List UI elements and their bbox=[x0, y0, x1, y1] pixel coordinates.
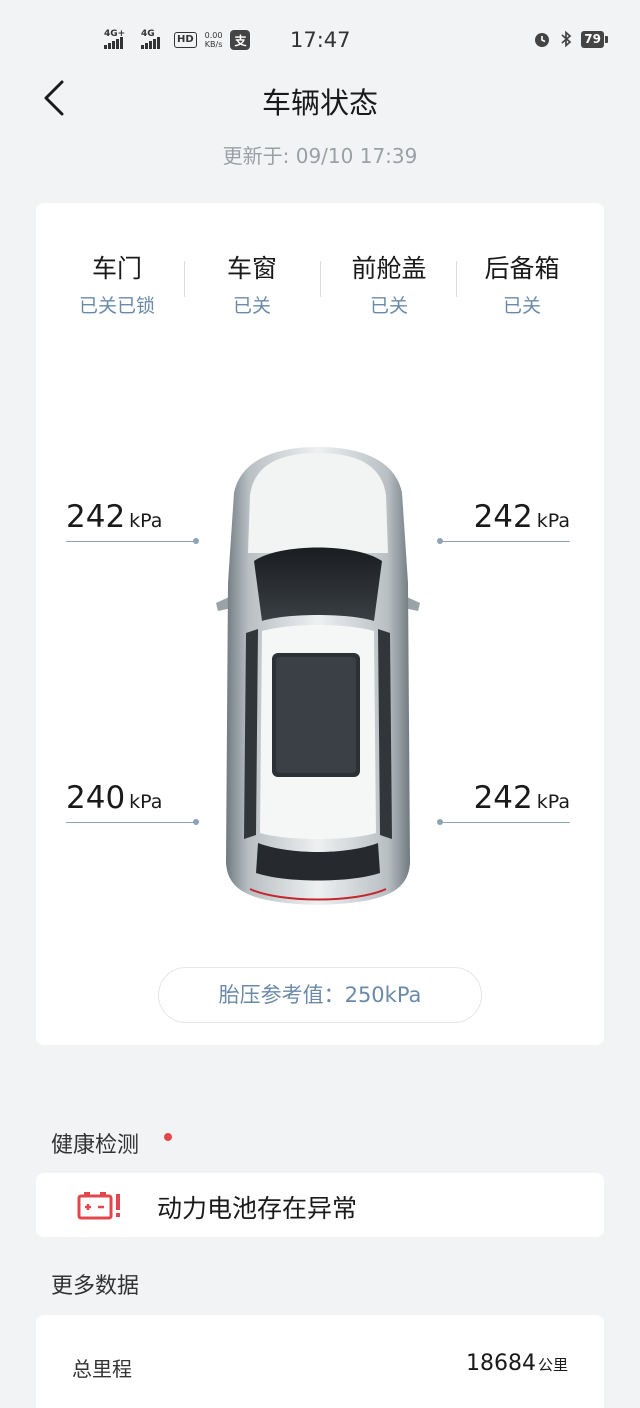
tire-pressure-unit: kPa bbox=[129, 791, 163, 813]
hd-voice-icon: HD bbox=[174, 32, 197, 48]
clock: 17:47 bbox=[290, 28, 351, 52]
health-alert-text: 动力电池存在异常 bbox=[157, 1194, 358, 1223]
car-top-view-image bbox=[216, 447, 420, 905]
page-title: 车辆状态 bbox=[261, 86, 378, 120]
door-status: 车门 已关已锁 bbox=[57, 249, 177, 318]
mileage-number: 18684 bbox=[465, 1351, 536, 1376]
hood-value: 已关 bbox=[369, 295, 408, 317]
tire-pointer-line bbox=[440, 541, 570, 542]
alipay-icon: 支 bbox=[230, 30, 251, 50]
tire-rear-right: 242 kPa bbox=[437, 780, 570, 825]
trunk-status: 后备箱 已关 bbox=[462, 249, 582, 318]
update-time: 更新于: 09/10 17:39 bbox=[222, 144, 418, 168]
tire-pointer-dot bbox=[437, 538, 443, 544]
alarm-icon bbox=[535, 33, 550, 47]
signal-icon-2: 4G bbox=[141, 29, 160, 49]
trunk-label: 后备箱 bbox=[484, 254, 560, 283]
tire-pressure-value: 242 bbox=[473, 780, 533, 816]
window-label: 车窗 bbox=[226, 254, 277, 283]
window-value: 已关 bbox=[232, 295, 271, 317]
tire-pointer-line bbox=[66, 541, 196, 542]
mileage-label: 总里程 bbox=[72, 1357, 132, 1381]
vehicle-status-card: 车门 已关已锁 车窗 已关 前舱盖 已关 后备箱 已关 242 kPa 242 … bbox=[36, 203, 604, 1045]
mileage-unit: 公里 bbox=[537, 1356, 568, 1374]
health-check-title: 健康检测 bbox=[51, 1133, 140, 1158]
tire-front-left: 242 kPa bbox=[66, 499, 199, 544]
door-label: 车门 bbox=[91, 254, 142, 283]
alert-dot bbox=[164, 1133, 172, 1141]
tire-pointer-line bbox=[440, 822, 570, 823]
status-icons-left: 4G+ 4G HD 0.00 KB/s 支 bbox=[104, 29, 251, 50]
tire-rear-left: 240 kPa bbox=[66, 780, 199, 825]
door-value: 已关已锁 bbox=[78, 295, 155, 317]
divider bbox=[456, 261, 457, 297]
network-speed: 0.00 KB/s bbox=[204, 31, 223, 49]
trunk-value: 已关 bbox=[502, 295, 541, 317]
tire-pointer-dot bbox=[193, 819, 199, 825]
hood-label: 前舱盖 bbox=[351, 254, 427, 283]
hood-status: 前舱盖 已关 bbox=[329, 249, 449, 318]
mileage-value: 18684 公里 bbox=[466, 1351, 568, 1376]
tire-pressure-value: 242 bbox=[66, 499, 126, 535]
signal-icon: 4G+ bbox=[104, 29, 125, 49]
divider bbox=[184, 261, 185, 297]
bluetooth-icon bbox=[561, 30, 572, 48]
more-data-card: 总里程 18684 公里 bbox=[36, 1315, 604, 1408]
status-icons-right: 79 bbox=[533, 30, 608, 48]
tire-pressure-value: 240 bbox=[66, 780, 126, 816]
tire-pressure-unit: kPa bbox=[536, 510, 570, 532]
more-data-title: 更多数据 bbox=[51, 1274, 140, 1299]
battery-icon: 79 bbox=[581, 30, 608, 48]
battery-warning-icon bbox=[77, 1192, 120, 1220]
tire-pointer-line bbox=[66, 822, 196, 823]
window-status: 车窗 已关 bbox=[192, 249, 312, 318]
tire-reference-pill: 胎压参考值：250kPa bbox=[158, 967, 482, 1023]
tire-pressure-unit: kPa bbox=[129, 510, 163, 532]
tire-pointer-dot bbox=[193, 538, 199, 544]
tire-pressure-unit: kPa bbox=[536, 791, 570, 813]
closure-status-row: 车门 已关已锁 车窗 已关 前舱盖 已关 后备箱 已关 bbox=[36, 249, 604, 319]
tire-pointer-dot bbox=[437, 819, 443, 825]
tire-pressure-value: 242 bbox=[473, 499, 533, 535]
status-bar: 4G+ 4G HD 0.00 KB/s 支 17:47 79 bbox=[0, 0, 640, 80]
tire-front-right: 242 kPa bbox=[437, 499, 570, 544]
health-alert-item[interactable]: 动力电池存在异常 bbox=[36, 1173, 604, 1237]
divider bbox=[320, 261, 321, 297]
